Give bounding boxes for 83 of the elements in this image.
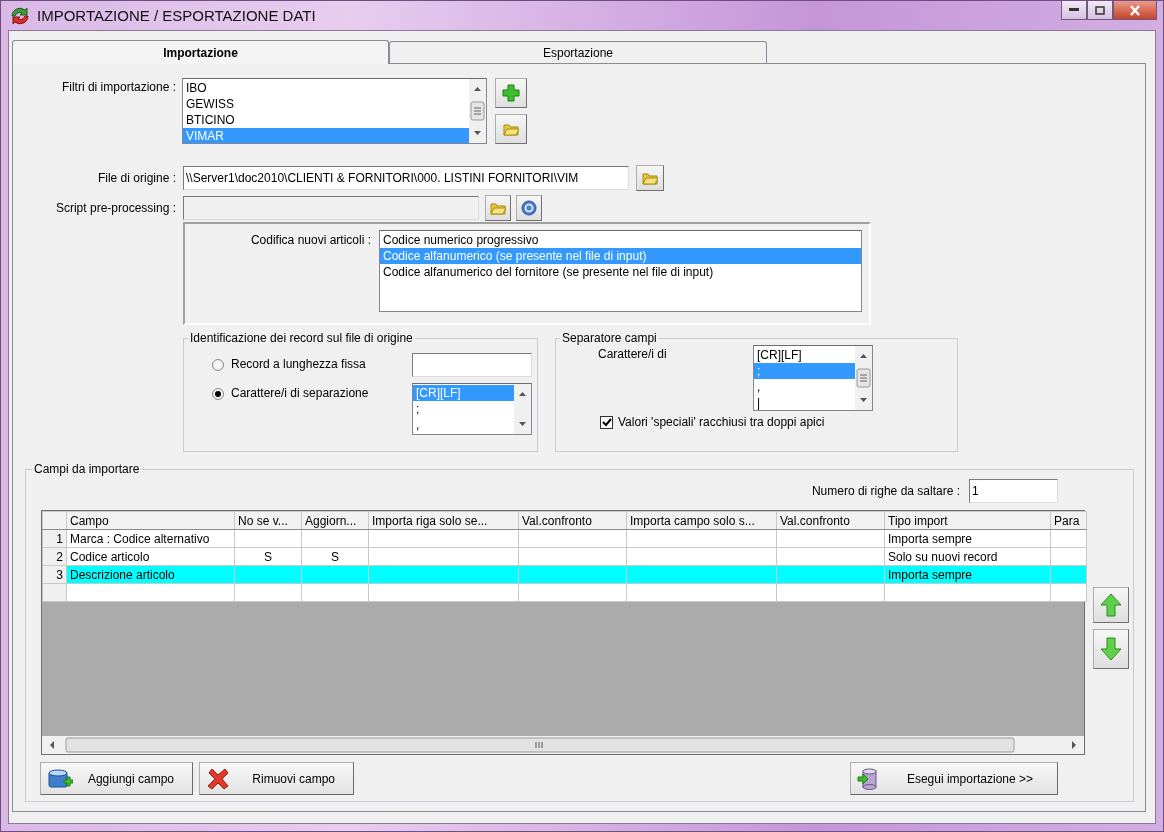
table-cell: Importa sempre: [884, 529, 1051, 548]
list-item[interactable]: ,: [413, 417, 514, 433]
list-item[interactable]: BTICINO: [183, 112, 469, 128]
list-item[interactable]: |: [754, 395, 855, 410]
close-button[interactable]: [1113, 1, 1157, 20]
database-icon: [857, 767, 879, 790]
table-cell: S: [301, 547, 369, 566]
add-filter-button[interactable]: [495, 78, 527, 108]
group-title: Separatore campi: [561, 331, 658, 345]
list-item[interactable]: GEWISS: [183, 96, 469, 112]
field-label: File di origine :: [96, 171, 176, 185]
add-button[interactable]: Aggiungi campo: [40, 762, 193, 795]
field-label: Carattere/i di: [598, 347, 667, 361]
input-field[interactable]: 1: [969, 479, 1058, 503]
move-up-button[interactable]: [1093, 587, 1129, 623]
maximize-button[interactable]: [1087, 1, 1113, 20]
option-label: Carattere/i di separazione: [231, 386, 369, 400]
radio-button[interactable]: [212, 359, 224, 371]
move-down-button[interactable]: [1093, 629, 1129, 669]
list-item[interactable]: Codice numerico progressivo: [380, 232, 861, 248]
cross-icon: [206, 766, 230, 791]
column-header[interactable]: Para: [1050, 511, 1087, 530]
browse-button[interactable]: [636, 165, 664, 191]
table-row[interactable]: 1 Marca : Codice alternativo Importa sempre: [42, 529, 1087, 548]
run-button[interactable]: Esegui importazione >>: [850, 762, 1058, 795]
list-item[interactable]: ,: [754, 379, 855, 395]
remove-button[interactable]: Rimuovi campo: [199, 762, 354, 795]
checkbox[interactable]: [600, 415, 613, 429]
column-header[interactable]: Val.confronto: [776, 511, 885, 530]
list-item[interactable]: [CR][LF]: [754, 347, 855, 363]
scrollbar[interactable]: [514, 384, 531, 434]
scrollbar[interactable]: [855, 346, 872, 410]
checkbox-label: Valori 'speciali' racchiusi tra doppi apici: [618, 415, 825, 429]
column-header[interactable]: Importa riga solo se...: [368, 511, 519, 530]
column-header[interactable]: Aggiorn...: [301, 511, 369, 530]
open-filter-button[interactable]: [495, 114, 527, 144]
arrow-up-icon: [1100, 593, 1122, 617]
column-header[interactable]: Tipo import: [884, 511, 1051, 530]
column-header[interactable]: Campo: [66, 511, 235, 530]
list-box[interactable]: IBO GEWISS BTICINO VIMAR: [182, 78, 487, 144]
help-icon: [521, 200, 537, 216]
column-header[interactable]: Importa campo solo s...: [626, 511, 777, 530]
database-add-icon: [47, 766, 73, 791]
group-title: Campi da importare: [33, 462, 141, 476]
table-cell: Marca : Codice alternativo: [66, 529, 235, 548]
table-row[interactable]: 2 Codice articolo S S Solo su nuovi record: [42, 547, 1087, 566]
help-button[interactable]: [516, 195, 542, 221]
option-label: Record a lunghezza fissa: [231, 357, 366, 371]
radio-button[interactable]: [212, 388, 224, 400]
list-box[interactable]: [CR][LF] ; , |: [753, 345, 873, 411]
field-label: Numero di righe da saltare :: [811, 484, 960, 498]
tab[interactable]: Importazione: [12, 40, 389, 64]
column-header[interactable]: No se v...: [234, 511, 302, 530]
window-title: IMPORTAZIONE / ESPORTAZIONE DATI: [37, 7, 316, 24]
scrollbar[interactable]: [469, 79, 486, 143]
table-row[interactable]: 3 Descrizione articolo Importa sempre: [42, 565, 1087, 584]
arrow-down-icon: [1100, 637, 1122, 661]
folder-icon: [490, 201, 506, 215]
table-cell: Solo su nuovi record: [884, 547, 1051, 566]
minimize-button[interactable]: [1061, 1, 1087, 20]
field-label: Script pre-processing :: [54, 201, 176, 215]
input-field[interactable]: [412, 353, 532, 377]
table-cell: S: [234, 547, 302, 566]
field-label: Codifica nuovi articoli :: [249, 232, 371, 249]
folder-icon: [642, 171, 658, 185]
list-box[interactable]: Codice numerico progressivo Codice alfanumerico (se presente nel file di input) Codice alfanumerico del fornitore (se presente nel file di input): [379, 230, 862, 312]
close-icon: [1129, 4, 1141, 16]
field-label: Filtri di importazione :: [60, 79, 176, 94]
list-item[interactable]: ;: [413, 401, 514, 417]
table-cell: Codice articolo: [66, 547, 235, 566]
input-field[interactable]: \\Server1\doc2010\CLIENTI & FORNITORI\000. LISTINI FORNITORI\VIM: [183, 166, 629, 190]
maximize-icon: [1095, 5, 1105, 15]
plus-icon: [502, 84, 520, 102]
folder-icon: [503, 122, 519, 136]
list-item[interactable]: IBO: [183, 80, 469, 96]
tab[interactable]: Esportazione: [389, 41, 767, 63]
browse-button[interactable]: [485, 195, 511, 221]
list-item[interactable]: Codice alfanumerico del fornitore (se presente nel file di input): [380, 264, 861, 280]
list-box[interactable]: [CR][LF] ; ,: [412, 383, 532, 435]
column-header[interactable]: Val.confronto: [518, 511, 627, 530]
minimize-icon: [1069, 8, 1079, 12]
arrows-icon: [9, 4, 31, 27]
group-title: Identificazione dei record sul file di origine: [189, 331, 414, 345]
